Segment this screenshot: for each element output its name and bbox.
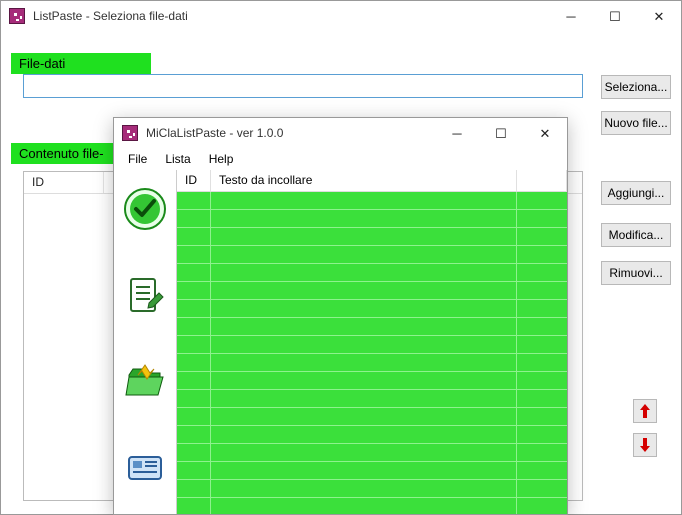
arrow-up-icon (640, 404, 650, 418)
open-folder-button[interactable] (122, 358, 168, 404)
card-view-button[interactable] (122, 444, 168, 490)
column-header-id[interactable]: ID (177, 170, 211, 191)
menu-help[interactable]: Help (201, 150, 242, 168)
section-label-file-dati: File-dati (11, 53, 151, 74)
grid-row[interactable] (177, 264, 567, 282)
menu-bar: File Lista Help (114, 148, 567, 170)
maximize-button[interactable]: ☐ (593, 1, 637, 31)
toolbar (114, 170, 176, 514)
data-grid[interactable]: ID Testo da incollare (176, 170, 567, 514)
app-icon (122, 125, 138, 141)
grid-row[interactable] (177, 390, 567, 408)
move-up-button[interactable] (633, 399, 657, 423)
grid-row[interactable] (177, 246, 567, 264)
titlebar-back[interactable]: ListPaste - Seleziona file-dati ─ ☐ ✕ (1, 1, 681, 31)
grid-row[interactable] (177, 498, 567, 514)
menu-lista[interactable]: Lista (157, 150, 198, 168)
titlebar-front[interactable]: MiClaListPaste - ver 1.0.0 ─ ☐ ✕ (114, 118, 567, 148)
grid-row[interactable] (177, 372, 567, 390)
minimize-button[interactable]: ─ (549, 1, 593, 31)
nuovo-file-button[interactable]: Nuovo file... (601, 111, 671, 135)
file-path-input[interactable] (23, 74, 583, 98)
grid-row[interactable] (177, 480, 567, 498)
grid-row[interactable] (177, 318, 567, 336)
grid-row[interactable] (177, 300, 567, 318)
grid-row[interactable] (177, 444, 567, 462)
grid-row[interactable] (177, 354, 567, 372)
grid-row[interactable] (177, 408, 567, 426)
grid-row[interactable] (177, 336, 567, 354)
edit-list-button[interactable] (122, 272, 168, 318)
menu-file[interactable]: File (120, 150, 155, 168)
grid-row[interactable] (177, 210, 567, 228)
maximize-button[interactable]: ☐ (479, 118, 523, 148)
window-miclalistpaste: MiClaListPaste - ver 1.0.0 ─ ☐ ✕ File Li… (113, 117, 568, 515)
window-body: ID Testo da incollare (114, 170, 567, 514)
column-header-text[interactable]: Testo da incollare (211, 170, 517, 191)
folder-open-icon (123, 359, 167, 403)
column-header-id[interactable]: ID (24, 172, 104, 193)
rimuovi-button[interactable]: Rimuovi... (601, 261, 671, 285)
grid-row[interactable] (177, 462, 567, 480)
app-icon (9, 8, 25, 24)
close-button[interactable]: ✕ (523, 118, 567, 148)
window-title: MiClaListPaste - ver 1.0.0 (144, 126, 435, 140)
move-down-button[interactable] (633, 433, 657, 457)
minimize-button[interactable]: ─ (435, 118, 479, 148)
modifica-button[interactable]: Modifica... (601, 223, 671, 247)
grid-header: ID Testo da incollare (177, 170, 567, 192)
confirm-button[interactable] (122, 186, 168, 232)
arrow-down-icon (640, 438, 650, 452)
grid-row[interactable] (177, 282, 567, 300)
grid-row[interactable] (177, 426, 567, 444)
close-button[interactable]: ✕ (637, 1, 681, 31)
grid-rows[interactable] (177, 192, 567, 514)
seleziona-button[interactable]: Seleziona... (601, 75, 671, 99)
column-header-empty[interactable] (517, 170, 567, 191)
grid-row[interactable] (177, 192, 567, 210)
card-icon (123, 445, 167, 489)
checkmark-icon (123, 187, 167, 231)
grid-row[interactable] (177, 228, 567, 246)
window-title: ListPaste - Seleziona file-dati (31, 9, 549, 23)
document-edit-icon (123, 273, 167, 317)
aggiungi-button[interactable]: Aggiungi... (601, 181, 671, 205)
